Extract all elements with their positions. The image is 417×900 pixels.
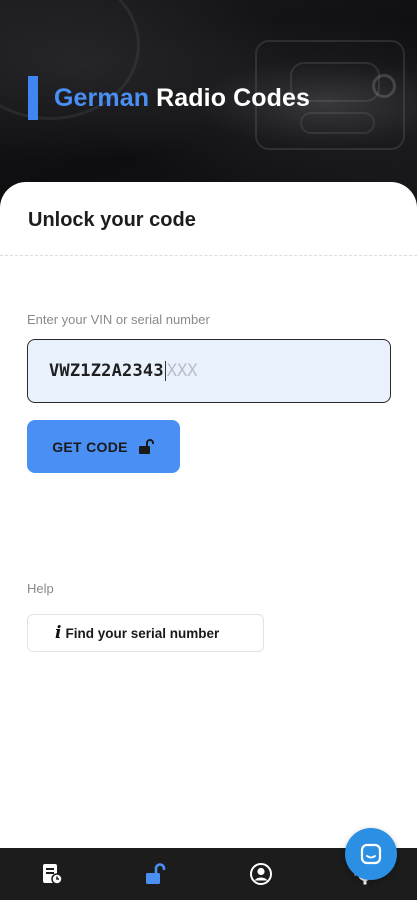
- vin-input[interactable]: VWZ1Z2A2343 XXX: [27, 339, 391, 403]
- user-circle-icon: [249, 863, 272, 885]
- vin-input-value: VWZ1Z2A2343: [49, 361, 164, 381]
- unlock-icon: [138, 439, 154, 454]
- find-serial-number-button[interactable]: i Find your serial number: [27, 614, 264, 652]
- info-icon: i: [55, 623, 62, 643]
- nav-item-account[interactable]: [231, 848, 291, 900]
- get-code-button[interactable]: GET CODE: [27, 420, 180, 473]
- nav-item-receipt-history[interactable]: [22, 848, 82, 900]
- chat-button[interactable]: [345, 828, 397, 880]
- unlock-icon: [146, 863, 166, 884]
- brand-accent-bar: [28, 76, 38, 120]
- background-decoration: [372, 74, 396, 98]
- app-title-accent: German: [54, 83, 150, 112]
- receipt-icon: [43, 864, 63, 885]
- vin-field-label: Enter your VIN or serial number: [27, 312, 210, 327]
- text-caret: [164, 361, 166, 381]
- page-title: Unlock your code: [28, 209, 196, 231]
- app-brand: German Radio Codes: [28, 76, 310, 120]
- find-serial-number-label: Find your serial number: [65, 625, 220, 641]
- nav-item-unlock[interactable]: [126, 848, 186, 900]
- get-code-label: GET CODE: [52, 438, 128, 455]
- vin-input-placeholder: XXX: [166, 361, 198, 381]
- help-section-label: Help: [27, 581, 54, 596]
- background-decoration: [300, 112, 375, 134]
- divider: [0, 255, 417, 256]
- app-title: German Radio Codes: [54, 84, 310, 113]
- app-title-rest: Radio Codes: [156, 83, 311, 112]
- chat-icon: [360, 843, 382, 865]
- main-card: Unlock your code Enter your VIN or seria…: [0, 182, 417, 848]
